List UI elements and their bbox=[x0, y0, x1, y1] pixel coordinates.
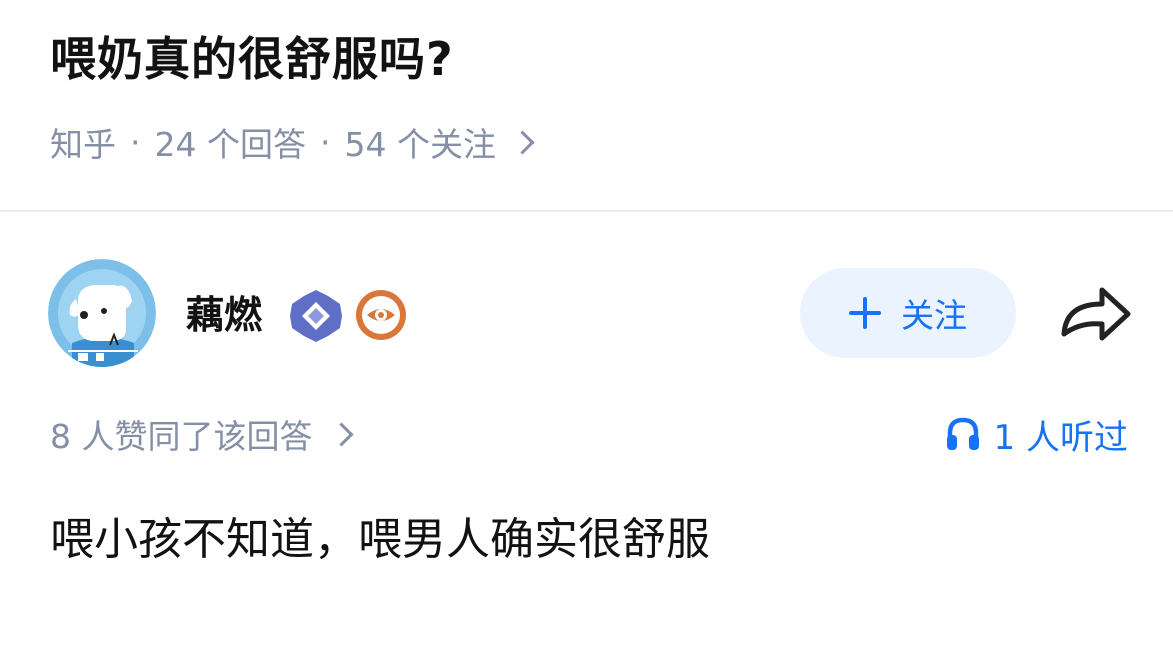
headphones-icon bbox=[946, 417, 979, 450]
meta-separator: · bbox=[130, 122, 141, 162]
meta-separator: · bbox=[319, 122, 331, 162]
verified-diamond-icon[interactable] bbox=[288, 288, 344, 344]
share-icon[interactable] bbox=[1058, 282, 1134, 346]
question-title[interactable]: 喂奶真的很舒服吗? bbox=[50, 24, 454, 94]
author-name[interactable]: 藕燃 bbox=[186, 288, 262, 342]
listen-text: 1 人听过 bbox=[993, 417, 1128, 458]
dog-astronaut-avatar-icon bbox=[48, 259, 156, 367]
answers-count: 24 个回答 bbox=[154, 125, 306, 164]
avatar[interactable] bbox=[48, 259, 156, 367]
listen-info[interactable]: 1 人听过 bbox=[944, 410, 1128, 458]
chevron-right-icon bbox=[510, 129, 535, 155]
follow-label: 关注 bbox=[901, 296, 967, 335]
question-meta[interactable]: 知乎 · 24 个回答 · 54 个关注 bbox=[50, 118, 535, 166]
followers-count: 54 个关注 bbox=[344, 125, 496, 164]
eye-badge-icon[interactable] bbox=[354, 288, 408, 342]
answer-page: 喂奶真的很舒服吗? 知乎 · 24 个回答 · 54 个关注 藕燃 关注 8 人… bbox=[0, 0, 1173, 662]
vote-info[interactable]: 8 人赞同了该回答 bbox=[50, 410, 354, 458]
follow-button[interactable]: 关注 bbox=[800, 268, 1016, 358]
divider bbox=[0, 210, 1173, 212]
answer-content[interactable]: 喂小孩不知道，喂男人确实很舒服 bbox=[50, 505, 710, 575]
chevron-right-icon bbox=[328, 421, 354, 447]
source-label: 知乎 bbox=[50, 125, 116, 164]
plus-icon bbox=[849, 297, 881, 329]
vote-text: 8 人赞同了该回答 bbox=[50, 417, 313, 456]
